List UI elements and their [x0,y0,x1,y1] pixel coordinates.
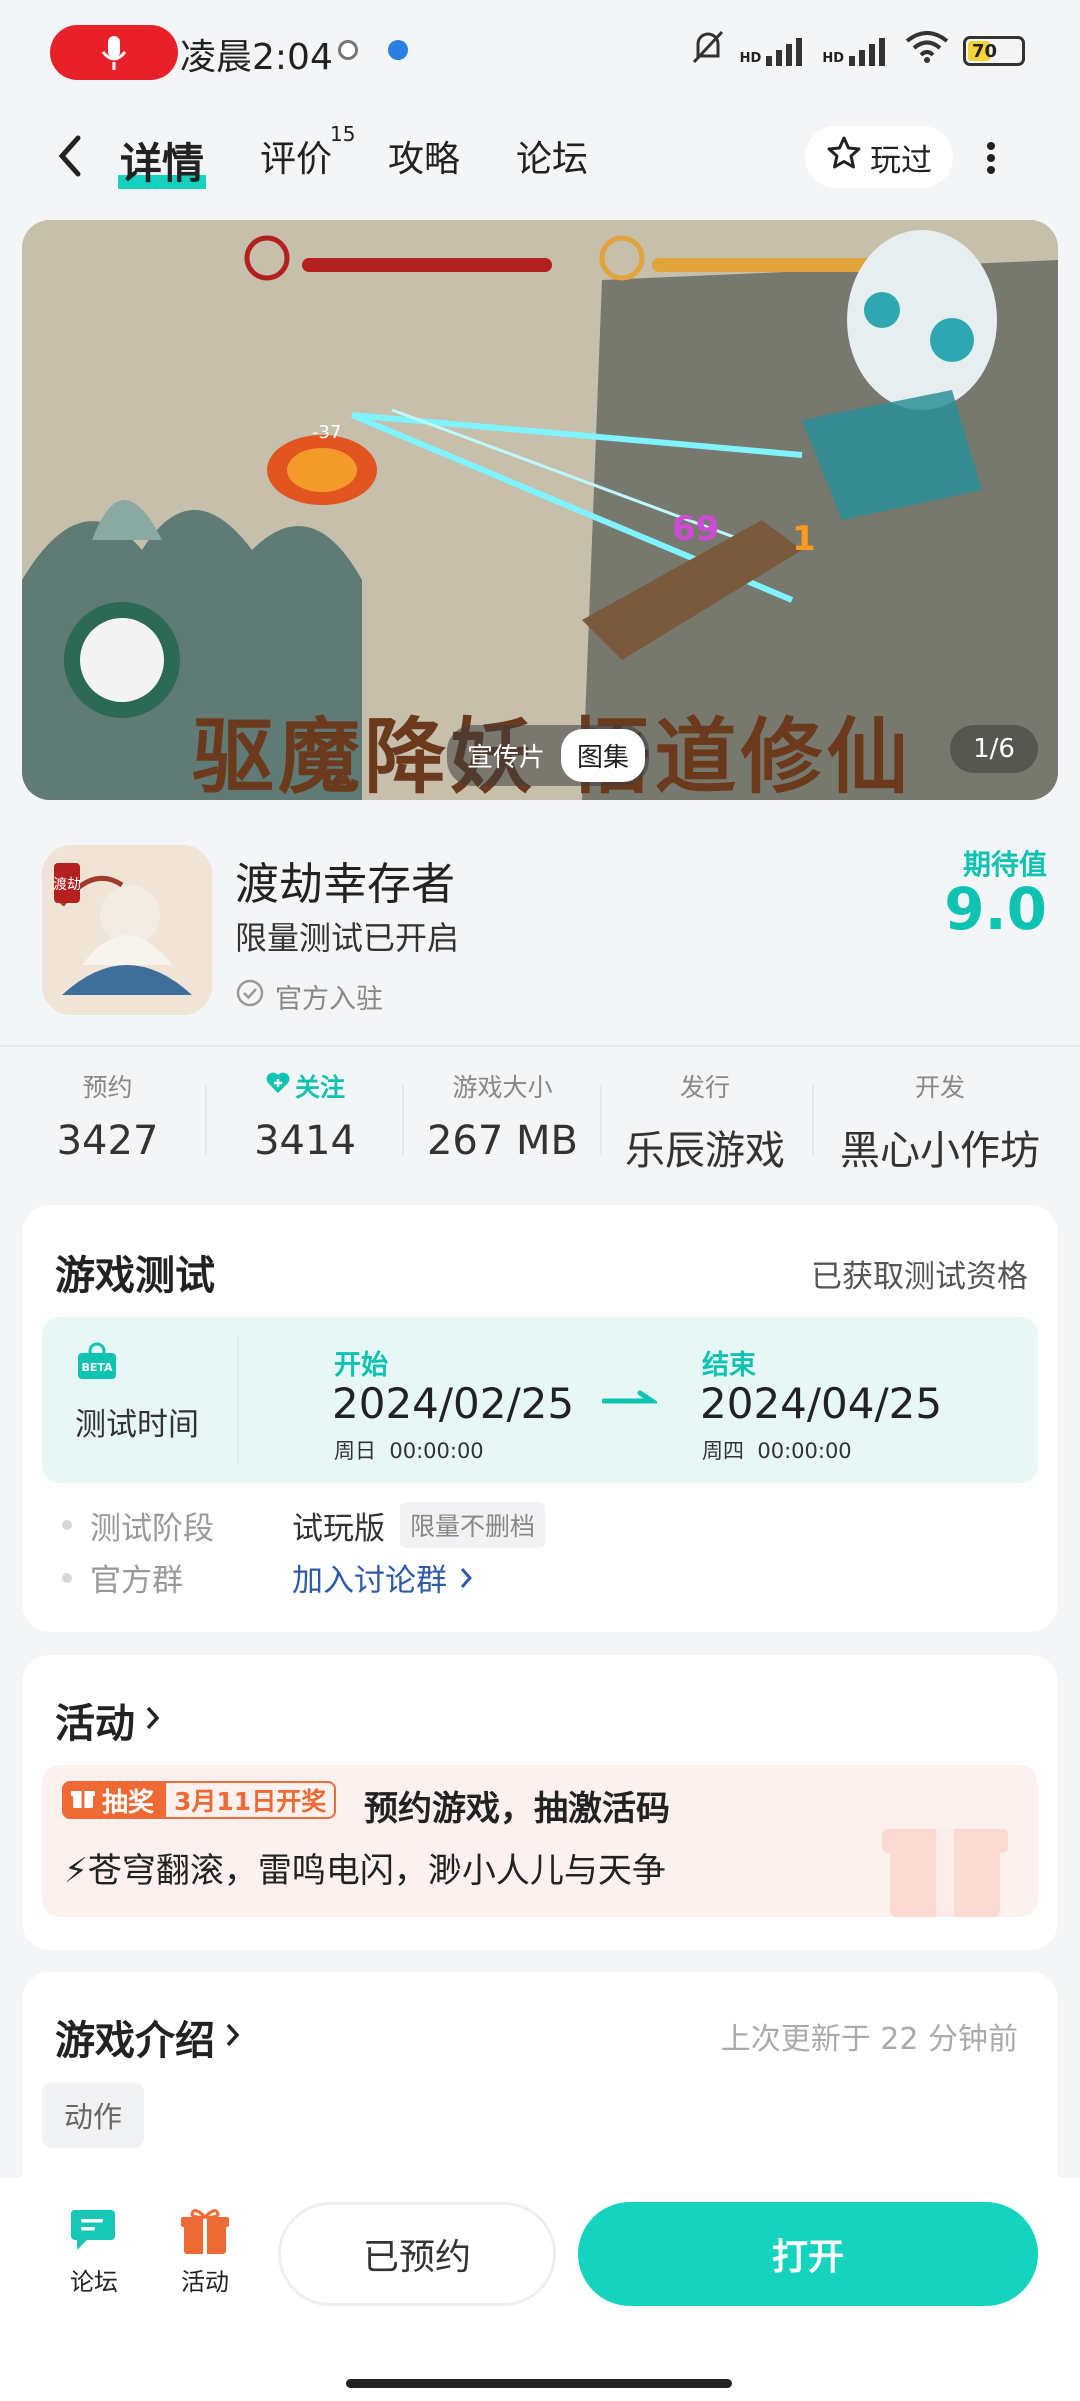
media-tab-switch: 宣传片 图集 [447,725,650,786]
divider [205,1085,207,1155]
divider [402,1085,404,1155]
reserved-button[interactable]: 已预约 [278,2202,556,2306]
top-nav: 详情 评价 15 攻略 论坛 玩过 [0,110,1080,200]
arrow-right-icon [601,1379,661,1419]
back-icon[interactable] [54,132,84,184]
mic-icon[interactable] [50,25,178,80]
start-date: 2024/02/25 [332,1379,575,1428]
svg-text:-37: -37 [312,422,341,443]
activity-shortcut[interactable]: 活动 [172,2204,238,2297]
test-stage-label: 测试阶段 [90,1511,214,1547]
home-indicator[interactable] [346,2379,732,2388]
signal-icon: HD [740,36,809,66]
wifi-icon [905,31,949,71]
check-circle-icon [235,978,265,1015]
stat-follow[interactable]: 关注 3414 [240,1068,370,1164]
review-count-badge: 15 [330,122,356,146]
join-group-link[interactable]: 加入讨论群 [292,1555,475,1600]
game-subtitle: 限量测试已开启 [235,919,460,957]
game-test-card: 游戏测试 已获取测试资格 BETA 测试时间 开始 2024/02/25 周日 … [22,1205,1058,1632]
notification-icon [338,40,358,60]
activity-description: ⚡苍穹翻滚，雷鸣电闪，渺小人儿与天争 [64,1851,666,1891]
test-stage-value: 试玩版 [292,1511,385,1547]
svg-text:1: 1 [792,519,816,559]
status-bar: 凌晨2:04 HD HD 70 [0,0,1080,105]
played-button[interactable]: 玩过 [805,126,953,188]
end-weekday-time: 周四 00:00:00 [702,1439,852,1463]
banner-pager: 1/6 [950,725,1038,773]
tab-guide[interactable]: 攻略 [388,130,460,182]
more-icon[interactable] [985,140,997,176]
end-date: 2024/04/25 [700,1379,943,1428]
stat-reservations: 预约 3427 [56,1073,159,1164]
activity-headline: 预约游戏，抽激活码 [364,1789,670,1829]
activity-item[interactable]: 抽奖 3月11日开奖 预约游戏，抽激活码 ⚡苍穹翻滚，雷鸣电闪，渺小人儿与天争 [42,1765,1038,1917]
tab-trailer[interactable]: 宣传片 [451,729,561,782]
test-title: 游戏测试 [55,1253,215,1299]
intro-title-link[interactable]: 游戏介绍 [55,2008,243,2066]
chevron-right-icon [457,1563,475,1599]
tab-forum[interactable]: 论坛 [516,130,588,182]
gift-icon [178,2209,232,2262]
chevron-right-icon [143,1697,163,1743]
tab-detail[interactable]: 详情 [118,130,207,191]
game-icon: 渡劫 [42,845,212,1015]
activity-title-link[interactable]: 活动 [55,1691,163,1749]
divider [600,1085,602,1155]
chat-bubble-icon [67,2210,121,2262]
gift-decoration-icon [880,1793,1010,1917]
test-time-box: BETA 测试时间 开始 2024/02/25 周日 00:00:00 结束 2… [42,1317,1038,1483]
battery-icon: 70 [963,36,1025,66]
plus-heart-icon [265,1071,291,1101]
stat-publisher[interactable]: 发行 乐辰游戏 [615,1068,795,1176]
signal-icon-2: HD [822,36,891,66]
forum-shortcut[interactable]: 论坛 [64,2204,124,2297]
status-icons: HD HD 70 [690,28,1025,74]
genre-tag[interactable]: 动作 [42,2082,145,2148]
bottom-action-bar: 论坛 活动 已预约 打开 [0,2178,1080,2401]
test-status: 已获取测试资格 [811,1259,1028,1295]
media-banner[interactable]: 69 1 -37 驱魔降妖 悟道修仙 宣传片 图集 1/6 [22,220,1058,800]
expect-value: 9.0 [944,875,1047,943]
divider [812,1085,814,1155]
svg-text:BETA: BETA [81,1361,113,1374]
test-time-label: 测试时间 [75,1407,199,1443]
official-badge: 官方入驻 [235,977,383,1016]
end-label: 结束 [702,1350,756,1381]
stat-developer[interactable]: 开发 黑心小作坊 [830,1068,1050,1176]
start-label: 开始 [334,1350,388,1381]
divider [237,1337,239,1463]
game-name: 渡劫幸存者 [235,859,455,910]
star-icon [826,135,862,179]
start-weekday-time: 周日 00:00:00 [334,1439,484,1463]
official-group-label: 官方群 [90,1563,183,1599]
test-stage-tag: 限量不删档 [400,1502,546,1548]
svg-text:69: 69 [672,509,719,549]
stat-size: 游戏大小 267 MB [426,1073,578,1164]
tab-review[interactable]: 评价 [260,130,332,182]
activity-card: 活动 抽奖 3月11日开奖 预约游戏，抽激活码 ⚡苍穹翻滚，雷鸣电闪，渺小人儿与… [22,1655,1058,1950]
bullet [62,1520,72,1530]
gift-icon [70,1784,96,1817]
app-notification-icon [388,40,408,60]
mute-bell-icon [690,28,726,74]
tab-gallery[interactable]: 图集 [561,729,646,782]
beta-icon: BETA [74,1339,120,1385]
divider [0,1045,1080,1047]
chevron-right-icon [223,2014,243,2060]
intro-updated: 上次更新于 22 分钟前 [720,2022,1018,2057]
status-time: 凌晨2:04 [180,37,333,78]
bullet [62,1573,72,1583]
lottery-badge: 抽奖 3月11日开奖 [62,1781,337,1819]
open-button[interactable]: 打开 [578,2202,1038,2306]
played-label: 玩过 [870,142,932,179]
svg-text:渡劫: 渡劫 [53,877,81,893]
